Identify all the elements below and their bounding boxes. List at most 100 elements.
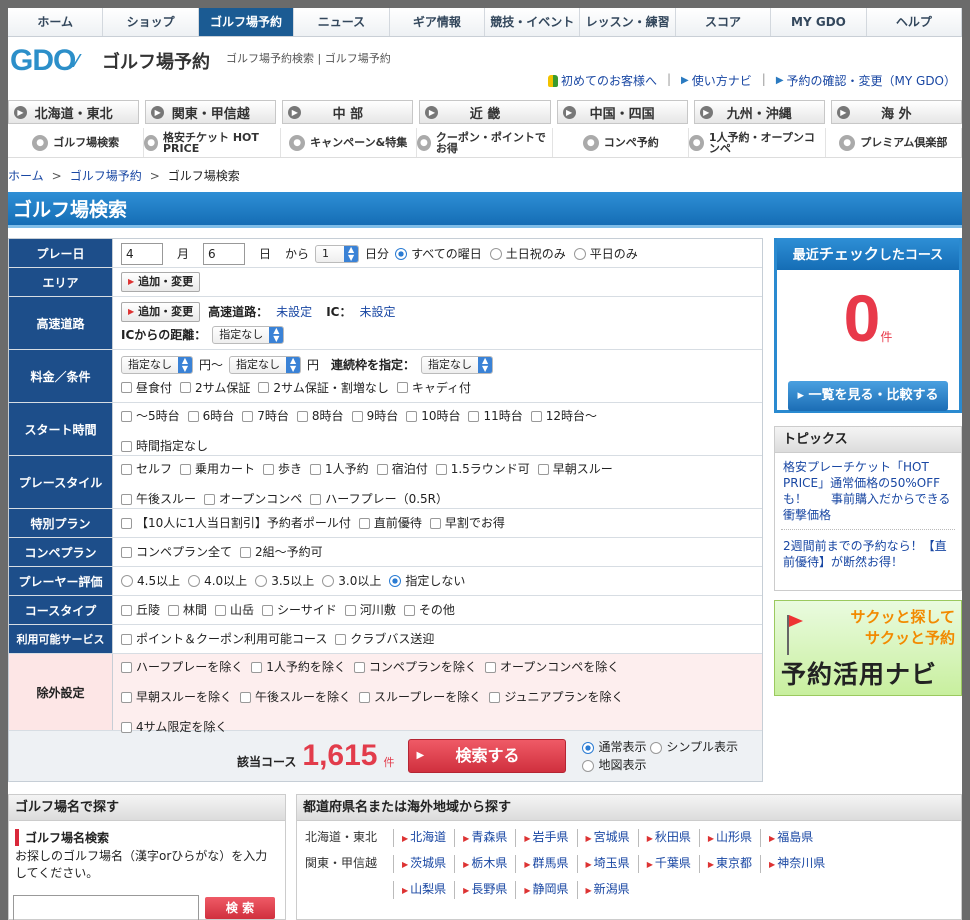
rating-radio[interactable]: 4.5以上 bbox=[121, 572, 180, 590]
region-button[interactable]: ▶ 北海道・東北 bbox=[8, 100, 140, 124]
checkbox-option[interactable]: 7時台 bbox=[242, 407, 289, 425]
topnav-item[interactable]: スコア bbox=[676, 8, 772, 36]
checkbox-option[interactable]: その他 bbox=[403, 601, 455, 619]
prefecture-link[interactable]: ▶ 新潟県 bbox=[576, 881, 638, 899]
checkbox-option[interactable]: 10時台 bbox=[406, 407, 460, 425]
price-min-select[interactable]: 指定なし ▲ ▼ bbox=[121, 355, 193, 374]
checkbox-option[interactable]: 9時台 bbox=[351, 407, 398, 425]
checkbox-option[interactable]: 山岳 bbox=[215, 601, 254, 619]
checkbox-option[interactable]: 2サム保証・割増なし bbox=[258, 379, 389, 397]
checkbox-option[interactable]: スループレーを除く bbox=[359, 688, 481, 706]
checkbox-option[interactable]: ポイント＆クーポン利用可能コース bbox=[121, 630, 327, 648]
checkbox-option[interactable]: 早朝スルーを除く bbox=[121, 688, 232, 706]
breadcrumb-golf-reserve[interactable]: ゴルフ場予約 bbox=[70, 169, 142, 183]
beginner-link[interactable]: 初めてのお客様へ bbox=[547, 72, 657, 89]
golf-name-input[interactable] bbox=[13, 895, 199, 920]
prefecture-link[interactable]: ▶ 埼玉県 bbox=[576, 855, 638, 873]
name-search-button[interactable]: 検 索 bbox=[205, 897, 275, 919]
topnav-item[interactable]: MY GDO bbox=[771, 8, 867, 36]
view-radio[interactable]: 地図表示 bbox=[582, 756, 737, 774]
checkbox-option[interactable]: 丘陵 bbox=[121, 601, 160, 619]
rating-radio[interactable]: 3.5以上 bbox=[255, 572, 314, 590]
checkbox-option[interactable]: オープンコンペを除く bbox=[484, 658, 619, 676]
checkbox-option[interactable]: 1人予約を除く bbox=[251, 658, 346, 676]
region-button[interactable]: ▶ 中 部 bbox=[282, 100, 414, 124]
topnav-item[interactable]: ショップ bbox=[103, 8, 199, 36]
topnav-item[interactable]: レッスン・練習 bbox=[580, 8, 676, 36]
subnav-item[interactable]: ● 格安チケット HOT PRICE bbox=[144, 128, 281, 157]
prefecture-link[interactable]: ▶ 千葉県 bbox=[637, 855, 699, 873]
checkbox-option[interactable]: オープンコンペ bbox=[204, 490, 302, 508]
rating-radio[interactable]: 指定しない bbox=[389, 572, 465, 590]
prefecture-link[interactable]: ▶ 福島県 bbox=[760, 829, 821, 847]
checkbox-option[interactable]: ハーフプレーを除く bbox=[121, 658, 243, 676]
highway-change-button[interactable]: ▶ 追加・変更 bbox=[121, 302, 201, 322]
month-input[interactable]: 4 bbox=[121, 243, 163, 265]
checkbox-option[interactable]: 11時台 bbox=[468, 407, 523, 425]
prefecture-link[interactable]: ▶ 青森県 bbox=[454, 829, 515, 847]
area-change-button[interactable]: ▶ 追加・変更 bbox=[121, 272, 201, 292]
checkbox-option[interactable]: 1人予約 bbox=[310, 460, 369, 478]
prefecture-link[interactable]: ▶ 山梨県 bbox=[393, 881, 454, 899]
checkbox-option[interactable]: セルフ bbox=[121, 460, 172, 478]
checkbox-option[interactable]: コンペプラン全て bbox=[121, 543, 232, 561]
prefecture-link[interactable]: ▶ 東京都 bbox=[698, 855, 760, 873]
guide-link[interactable]: ▶ 使い方ナビ bbox=[681, 72, 752, 89]
topic-link-hot-price[interactable]: 格安プレーチケット「HOT PRICE」通常価格の50%OFFも！ 事前購入だか… bbox=[775, 453, 961, 529]
checkbox-option[interactable]: 早割でお得 bbox=[429, 514, 505, 532]
checkbox-option[interactable]: 早朝スルー bbox=[537, 460, 613, 478]
checkbox-option[interactable]: 6時台 bbox=[187, 407, 234, 425]
weekday-radio[interactable]: 平日のみ bbox=[573, 245, 638, 263]
checkbox-option[interactable]: 【10人に1人当日割引】予約者ポール付 bbox=[121, 514, 351, 532]
prefecture-link[interactable]: ▶ 神奈川県 bbox=[760, 855, 833, 873]
prefecture-link[interactable]: ▶ 北海道 bbox=[393, 829, 454, 847]
checkbox-option[interactable]: コンペプランを除く bbox=[353, 658, 477, 676]
prefecture-link[interactable]: ▶ 秋田県 bbox=[637, 829, 699, 847]
weekday-radio[interactable]: すべての曜日 bbox=[395, 245, 482, 263]
checkbox-option[interactable]: 歩き bbox=[263, 460, 302, 478]
checkbox-option[interactable]: 直前優待 bbox=[358, 514, 422, 532]
reservation-check-link[interactable]: ▶ 予約の確認・変更（MY GDO） bbox=[776, 72, 956, 89]
checkbox-option[interactable]: クラブバス送迎 bbox=[335, 630, 434, 648]
slots-select[interactable]: 指定なし ▲ ▼ bbox=[421, 355, 494, 374]
checkbox-option[interactable]: キャディ付 bbox=[396, 379, 471, 397]
rating-radio[interactable]: 4.0以上 bbox=[188, 572, 247, 590]
checkbox-option[interactable]: 〜5時台 bbox=[121, 407, 180, 425]
breadcrumb-home[interactable]: ホーム bbox=[8, 169, 44, 183]
rating-radio[interactable]: 3.0以上 bbox=[322, 572, 381, 590]
checkbox-option[interactable]: 林間 bbox=[168, 601, 207, 619]
topnav-item[interactable]: ニュース bbox=[294, 8, 390, 36]
prefecture-link[interactable]: ▶ 岩手県 bbox=[515, 829, 576, 847]
checkbox-option[interactable]: 2サム保証 bbox=[180, 379, 250, 397]
topnav-item[interactable]: ホーム bbox=[8, 8, 104, 36]
checkbox-option[interactable]: 宿泊付 bbox=[376, 460, 428, 478]
day-input[interactable]: 6 bbox=[203, 243, 246, 265]
subnav-item[interactable]: ● ゴルフ場検索 bbox=[8, 128, 145, 157]
checkbox-option[interactable]: 時間指定なし bbox=[121, 437, 208, 455]
prefecture-link[interactable]: ▶ 群馬県 bbox=[515, 855, 576, 873]
subnav-item[interactable]: ● 1人予約・オープンコンペ bbox=[689, 128, 826, 157]
topnav-item[interactable]: ギア情報 bbox=[390, 8, 486, 36]
prefecture-link[interactable]: ▶ 茨城県 bbox=[393, 855, 454, 873]
compare-list-button[interactable]: ▸ 一覧を見る・比較する bbox=[788, 381, 948, 411]
subnav-item[interactable]: ● プレミアム倶楽部 bbox=[826, 128, 962, 157]
gdo-logo[interactable]: GDO⁄ bbox=[10, 44, 86, 78]
topic-link-early[interactable]: 2週間前までの予約なら！【直前優待】が断然お得！ bbox=[781, 529, 955, 578]
highway-value[interactable]: 未設定 bbox=[276, 303, 312, 321]
subnav-item[interactable]: ● コンペ予約 bbox=[553, 128, 690, 157]
checkbox-option[interactable]: 河川敷 bbox=[344, 601, 396, 619]
subnav-item[interactable]: ● キャンペーン&特集 bbox=[281, 128, 417, 157]
checkbox-option[interactable]: 昼食付 bbox=[121, 379, 172, 397]
region-button[interactable]: ▶ 九州・沖縄 bbox=[693, 100, 825, 124]
checkbox-option[interactable]: 8時台 bbox=[296, 407, 344, 425]
view-radio[interactable]: 通常表示 bbox=[582, 740, 647, 754]
days-select[interactable]: 1 ▲ ▼ bbox=[315, 245, 360, 263]
search-button[interactable]: ▶ 検索する bbox=[408, 739, 567, 773]
prefecture-link[interactable]: ▶ 山形県 bbox=[698, 829, 760, 847]
region-button[interactable]: ▶ 海 外 bbox=[830, 100, 962, 124]
ic-distance-select[interactable]: 指定なし ▲ ▼ bbox=[212, 326, 285, 344]
region-button[interactable]: ▶ 中国・四国 bbox=[556, 100, 688, 124]
checkbox-option[interactable]: 12時台〜 bbox=[530, 407, 597, 425]
price-max-select[interactable]: 指定なし ▲ ▼ bbox=[229, 355, 302, 374]
prefecture-link[interactable]: ▶ 栃木県 bbox=[454, 855, 515, 873]
